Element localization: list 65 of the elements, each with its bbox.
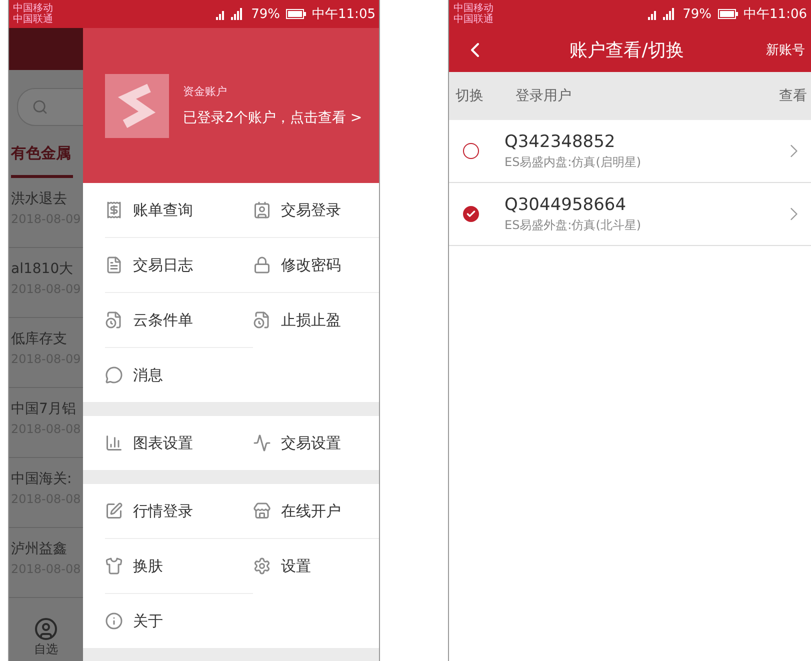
- page-title: 账户查看/切换: [568, 39, 685, 62]
- battery-percent: 79%: [251, 6, 280, 22]
- carrier-name: 中国移动: [453, 3, 494, 14]
- account-id: Q342348852: [504, 132, 616, 152]
- menu-icon: [105, 557, 123, 575]
- menu-item[interactable]: 云条件单: [105, 292, 253, 347]
- menu-item[interactable]: 消息: [105, 347, 253, 402]
- news-title: 中国海关:: [11, 470, 73, 488]
- news-title: 泸州益鑫: [11, 540, 68, 558]
- menu-item[interactable]: 在线开户: [253, 484, 380, 538]
- search-icon: [32, 99, 48, 115]
- column-label: 登录用户: [515, 87, 572, 105]
- carrier-name: 中国联通: [13, 14, 53, 25]
- menu-icon: [253, 311, 271, 329]
- clock-time: 中午11:06: [744, 6, 807, 23]
- check-icon: [466, 209, 476, 219]
- menu-icon: [253, 434, 271, 452]
- account-id: Q3044958664: [504, 194, 628, 214]
- news-title: al1810大: [11, 260, 74, 278]
- column-label: 切换: [455, 87, 484, 105]
- person-icon: [34, 616, 58, 640]
- menu-item[interactable]: 换肤: [105, 538, 253, 593]
- signal-icon: [646, 8, 677, 20]
- news-title: 中国7月铝: [11, 400, 77, 418]
- account-row[interactable]: Q3044958664 ES易盛外盘:仿真(北斗星): [449, 183, 811, 246]
- account-summary-link[interactable]: 已登录2个账户，点击查看 >: [183, 109, 362, 127]
- menu-icon: [253, 201, 271, 219]
- menu-icon: [105, 502, 123, 520]
- clock-time: 中午11:05: [312, 6, 376, 23]
- column-label: 查看: [779, 87, 807, 105]
- menu-icon: [253, 256, 271, 274]
- menu-item[interactable]: 账单查询: [105, 183, 253, 237]
- menu-icon: [105, 256, 123, 274]
- menu-item[interactable]: 交易日志: [105, 237, 253, 292]
- news-title: 低库存支: [11, 330, 68, 348]
- menu-item[interactable]: 行情登录: [105, 484, 253, 538]
- menu-icon: [105, 434, 123, 452]
- account-row[interactable]: Q342348852 ES易盛内盘:仿真(启明星): [449, 120, 811, 183]
- carrier-name: 中国移动: [13, 3, 53, 14]
- menu-item[interactable]: 修改密码: [253, 237, 380, 292]
- logo-icon: [105, 74, 169, 138]
- carrier-name: 中国联通: [453, 14, 494, 25]
- menu-item[interactable]: 设置: [253, 538, 380, 593]
- news-title: 洪水退去: [11, 190, 68, 208]
- menu-item[interactable]: 关于: [105, 593, 253, 648]
- menu-item[interactable]: 交易登录: [253, 183, 380, 237]
- battery-percent: 79%: [682, 6, 712, 22]
- menu-icon: [105, 366, 123, 384]
- menu-icon: [105, 612, 123, 630]
- new-account-button[interactable]: 新账号: [766, 41, 805, 59]
- battery-icon: [286, 9, 306, 19]
- menu-icon: [253, 557, 271, 575]
- menu-item[interactable]: 止损止盈: [253, 292, 380, 347]
- menu-icon: [253, 502, 271, 520]
- menu-icon: [105, 311, 123, 329]
- battery-icon: [718, 9, 738, 19]
- server-name: ES易盛外盘:仿真(北斗星): [504, 216, 642, 234]
- radio-button[interactable]: [463, 143, 480, 159]
- menu-item[interactable]: 交易设置: [253, 416, 380, 470]
- menu-icon: [105, 201, 123, 219]
- radio-button[interactable]: [463, 206, 480, 222]
- server-name: ES易盛内盘:仿真(启明星): [504, 154, 642, 170]
- account-title: 资金账户: [183, 84, 228, 99]
- menu-item[interactable]: 图表设置: [105, 416, 253, 470]
- account-header[interactable]: 资金账户 已登录2个账户，点击查看 >: [83, 28, 380, 183]
